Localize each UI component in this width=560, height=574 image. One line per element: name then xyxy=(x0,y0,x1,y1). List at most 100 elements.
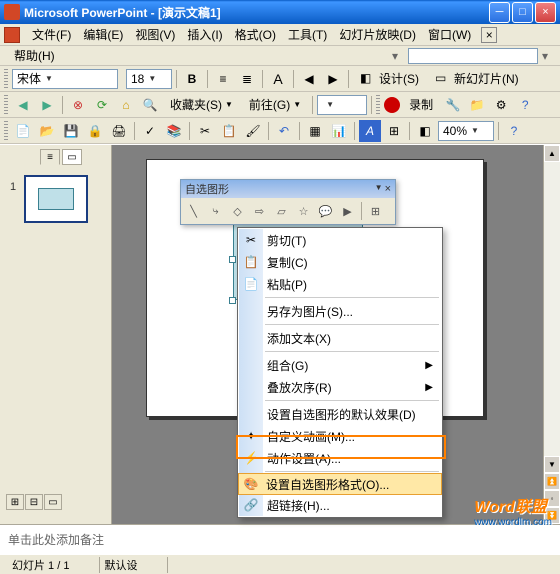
vertical-scrollbar[interactable]: ▲ ▼ ⏫ ◦ ⏬ xyxy=(543,145,560,524)
cm-order[interactable]: 叠放次序(R) ▶ xyxy=(239,376,441,398)
design-button[interactable]: ◧ 设计(S) xyxy=(353,68,426,90)
menu-edit[interactable]: 编辑(E) xyxy=(77,24,129,45)
toolbar-overflow-icon[interactable]: ▾ xyxy=(386,49,404,63)
help-button[interactable]: ? xyxy=(503,120,525,142)
chart-button[interactable]: 📊 xyxy=(328,120,350,142)
resize-handle-w[interactable] xyxy=(229,256,236,263)
autoshape-toolbar[interactable]: 自选图形 ▼ × ╲ ⤷ ◇ ⇨ ▱ ☆ 💬 ▶ ⊞ xyxy=(180,179,396,225)
dropdown-icon[interactable]: ▼ xyxy=(375,183,383,195)
sorter-view-button[interactable]: ⊟ xyxy=(25,494,43,510)
paste-toolbar-button[interactable]: 📋 xyxy=(218,120,240,142)
connectors-menu[interactable]: ⤷ xyxy=(205,201,226,222)
resize-handle-sw[interactable] xyxy=(229,297,236,304)
spell-button[interactable]: ✓ xyxy=(139,120,161,142)
minimize-button[interactable]: ─ xyxy=(489,2,510,23)
open-button[interactable]: 📂 xyxy=(36,120,58,142)
lines-menu[interactable]: ╲ xyxy=(183,201,204,222)
action-buttons-menu[interactable]: ▶ xyxy=(337,201,358,222)
save-button[interactable]: 💾 xyxy=(60,120,82,142)
forward-button[interactable]: ▶ xyxy=(36,94,58,116)
menu-slideshow[interactable]: 幻灯片放映(D) xyxy=(333,24,422,45)
print-button[interactable]: 🖨 xyxy=(108,120,130,142)
cm-hyperlink[interactable]: 🔗 超链接(H)... xyxy=(239,494,441,516)
normal-view-button[interactable]: ⊞ xyxy=(6,494,24,510)
ask-question-box[interactable] xyxy=(408,48,538,64)
permission-button[interactable]: 🔒 xyxy=(84,120,106,142)
scroll-up-button[interactable]: ▲ xyxy=(544,145,560,162)
notes-area[interactable]: 单击此处添加备注 xyxy=(0,524,560,554)
close-icon[interactable]: × xyxy=(385,183,391,195)
prev-slide-button[interactable]: ⏫ xyxy=(544,473,560,490)
home-button[interactable]: ⌂ xyxy=(115,94,137,116)
record-folder-button[interactable]: 📁 xyxy=(466,94,488,116)
refresh-button[interactable]: ⟳ xyxy=(91,94,113,116)
numbering-button[interactable]: ≣ xyxy=(236,68,258,90)
menu-format[interactable]: 格式(O) xyxy=(229,24,282,45)
decrease-indent-button[interactable]: ◀ xyxy=(298,68,320,90)
zoom-combo[interactable]: 40% ▼ xyxy=(438,121,494,141)
menu-view[interactable]: 视图(V) xyxy=(129,24,181,45)
menu-help[interactable]: 帮助(H) xyxy=(8,45,61,66)
format-painter-button[interactable]: 🖌 xyxy=(242,120,264,142)
toolbar-grip[interactable] xyxy=(4,69,8,89)
bold-button[interactable]: B xyxy=(181,68,203,90)
more-autoshapes-button[interactable]: ⊞ xyxy=(365,201,386,222)
maximize-button[interactable]: □ xyxy=(512,2,533,23)
color-button[interactable]: ◧ xyxy=(414,120,436,142)
increase-indent-button[interactable]: ▶ xyxy=(322,68,344,90)
stars-menu[interactable]: ☆ xyxy=(293,201,314,222)
favorites-button[interactable]: 收藏夹(S) ▼ xyxy=(163,94,240,116)
address-combo[interactable]: ▼ xyxy=(317,95,367,115)
toolbar-grip[interactable] xyxy=(376,95,380,115)
menu-insert[interactable]: 插入(I) xyxy=(181,24,228,45)
basic-shapes-menu[interactable]: ◇ xyxy=(227,201,248,222)
cm-add-text[interactable]: 添加文本(X) xyxy=(239,327,441,349)
table-button[interactable]: ▦ xyxy=(304,120,326,142)
autoshape-titlebar[interactable]: 自选图形 ▼ × xyxy=(181,180,395,198)
font-size-combo[interactable]: 18 ▼ xyxy=(126,69,172,89)
cm-cut[interactable]: ✂ 剪切(T) xyxy=(239,229,441,251)
font-name-combo[interactable]: 宋体 ▼ xyxy=(12,69,118,89)
cm-paste[interactable]: 📄 粘贴(P) xyxy=(239,273,441,295)
grid-button[interactable]: ⊞ xyxy=(383,120,405,142)
new-button[interactable]: 📄 xyxy=(12,120,34,142)
cm-group[interactable]: 组合(G) ▶ xyxy=(239,354,441,376)
new-slide-button[interactable]: ▭ 新幻灯片(N) xyxy=(428,68,526,90)
record-help-button[interactable]: ? xyxy=(514,94,536,116)
flowchart-menu[interactable]: ▱ xyxy=(271,201,292,222)
document-close-button[interactable]: × xyxy=(481,27,497,43)
record-button[interactable]: 录制 xyxy=(402,94,440,116)
close-button[interactable]: × xyxy=(535,2,556,23)
font-grow-button[interactable]: A xyxy=(267,68,289,90)
show-formatting-button[interactable]: A xyxy=(359,120,381,142)
back-button[interactable]: ◀ xyxy=(12,94,34,116)
cm-copy[interactable]: 📋 复制(C) xyxy=(239,251,441,273)
go-button[interactable]: 前往(G) ▼ xyxy=(242,94,308,116)
record-settings-button[interactable]: ⚙ xyxy=(490,94,512,116)
menu-window[interactable]: 窗口(W) xyxy=(422,24,477,45)
cm-custom-animation[interactable]: ✦ 自定义动画(M)... xyxy=(239,425,441,447)
scroll-track[interactable] xyxy=(544,162,560,456)
scroll-down-button[interactable]: ▼ xyxy=(544,456,560,473)
cm-set-defaults[interactable]: 设置自选图形的默认效果(D) xyxy=(239,403,441,425)
outline-tab[interactable]: ≡ xyxy=(40,149,60,165)
toolbar-grip[interactable] xyxy=(4,95,8,115)
document-icon[interactable] xyxy=(4,27,20,43)
block-arrows-menu[interactable]: ⇨ xyxy=(249,201,270,222)
bullets-button[interactable]: ≡ xyxy=(212,68,234,90)
slide-thumbnail-1[interactable]: 1 xyxy=(24,175,87,223)
stop-button[interactable]: ⊗ xyxy=(67,94,89,116)
undo-button[interactable]: ↶ xyxy=(273,120,295,142)
record-tool-button[interactable]: 🔧 xyxy=(442,94,464,116)
menu-tools[interactable]: 工具(T) xyxy=(282,24,333,45)
menu-file[interactable]: 文件(F) xyxy=(26,24,77,45)
cm-format-autoshape[interactable]: 🎨 设置自选图形格式(O)... xyxy=(238,473,442,495)
search-button[interactable]: 🔍 xyxy=(139,94,161,116)
slideshow-view-button[interactable]: ▭ xyxy=(44,494,62,510)
cut-toolbar-button[interactable]: ✂ xyxy=(194,120,216,142)
cm-action-settings[interactable]: ⚡ 动作设置(A)... xyxy=(239,447,441,469)
dropdown-icon[interactable]: ▾ xyxy=(538,49,552,63)
research-button[interactable]: 📚 xyxy=(163,120,185,142)
slides-tab[interactable]: ▭ xyxy=(62,149,82,165)
toolbar-grip[interactable] xyxy=(4,121,8,141)
